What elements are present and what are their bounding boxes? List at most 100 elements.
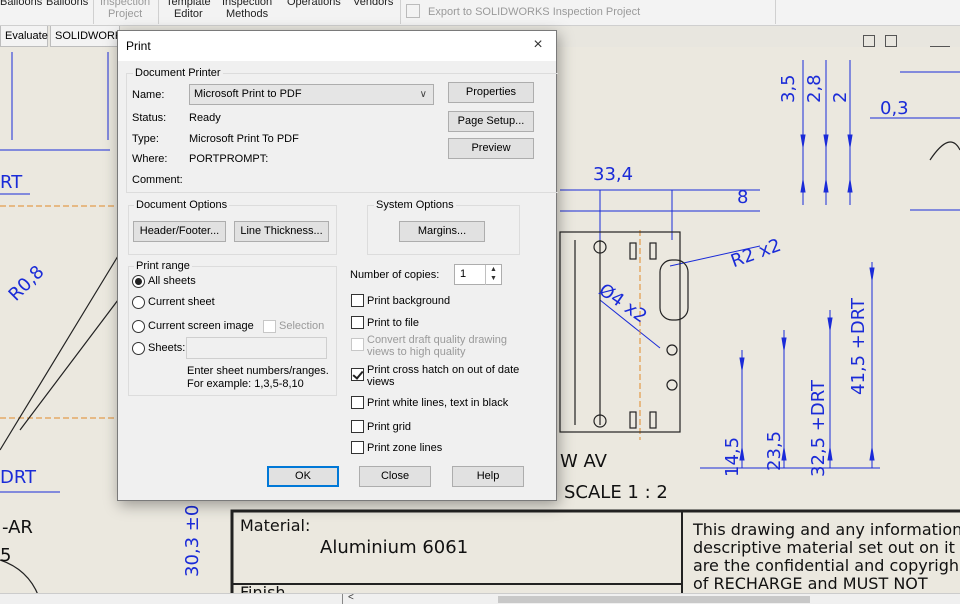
help-button[interactable]: Help — [452, 466, 524, 487]
copies-label: Number of copies: — [350, 269, 440, 281]
dimension-text: 2,8 — [804, 74, 825, 103]
print-to-file-checkbox[interactable] — [351, 316, 364, 329]
dimension-text: 32,5 +DRT — [808, 380, 829, 477]
split-pane-icon[interactable] — [885, 35, 897, 47]
spin-up-icon[interactable]: ▲ — [490, 266, 497, 274]
where-label: Where: — [132, 153, 168, 165]
status-label: Status: — [132, 112, 167, 124]
scroll-left-icon[interactable]: < — [348, 592, 354, 603]
dimension-text: 0,3 — [880, 98, 909, 119]
dimension-text: 23,5 — [764, 430, 785, 471]
confidential-notice: This drawing and any information descrip… — [693, 520, 960, 593]
export-icon — [406, 4, 420, 19]
preview-button[interactable]: Preview — [448, 138, 534, 159]
sheets-hint-line1: Enter sheet numbers/ranges. — [187, 365, 329, 377]
dimension-text: 41,5 +DRT — [848, 298, 869, 395]
current-screen-image-label: Current screen image — [148, 320, 254, 332]
margins-button[interactable]: Margins... — [399, 221, 485, 242]
ribbon-separator — [93, 0, 94, 24]
dimension-text: 8 — [737, 187, 749, 208]
material-label: Material: — [240, 516, 311, 535]
ribbon-button-operations[interactable]: Operations — [287, 0, 341, 8]
radio-current-sheet[interactable] — [132, 296, 145, 309]
header-footer-button[interactable]: Header/Footer... — [133, 221, 226, 242]
dimension-text: RT — [0, 172, 23, 193]
print-cross-hatch-checkbox[interactable] — [351, 368, 364, 381]
ribbon-separator — [158, 0, 159, 24]
copies-input[interactable]: 1 ▲ ▼ — [454, 264, 502, 285]
left-view-label-2: 5 — [0, 545, 12, 566]
where-value: PORTPROMPT: — [189, 153, 269, 165]
type-value: Microsoft Print To PDF — [189, 133, 299, 145]
ribbon-button-vendors[interactable]: Vendors — [353, 0, 393, 8]
all-sheets-label: All sheets — [148, 275, 196, 287]
ribbon-separator — [400, 0, 401, 24]
print-dialog: Print × Document Printer Name: Microsoft… — [117, 30, 558, 501]
print-zone-lines-label: Print zone lines — [367, 442, 443, 454]
spin-down-icon[interactable]: ▼ — [490, 275, 497, 283]
radio-current-screen-image[interactable] — [132, 320, 145, 333]
export-inspection-project-button[interactable]: Export to SOLIDWORKS Inspection Project — [406, 4, 640, 20]
tab-solidworks[interactable]: SOLIDWORKS — [50, 26, 130, 47]
dimension-text: 2 — [830, 91, 851, 103]
sheets-input[interactable] — [186, 337, 327, 359]
chevron-down-icon: ∨ — [419, 89, 427, 100]
close-icon[interactable]: × — [528, 34, 548, 56]
dialog-title-bar: Print × — [118, 31, 556, 61]
selection-checkbox[interactable] — [263, 320, 276, 333]
selection-label: Selection — [279, 320, 325, 332]
tab-evaluate[interactable]: Evaluate — [0, 26, 48, 47]
radio-sheets[interactable] — [132, 342, 145, 355]
dimension-text: 33,4 — [593, 164, 634, 185]
properties-button[interactable]: Properties — [448, 82, 534, 103]
scroll-thumb[interactable] — [498, 596, 810, 603]
dimension-text: 14,5 — [722, 436, 743, 477]
material-value: Aluminium 6061 — [320, 537, 469, 558]
printer-name-label: Name: — [132, 89, 165, 101]
print-to-file-label: Print to file — [367, 317, 419, 329]
document-options-heading: Document Options — [134, 199, 230, 211]
ok-button[interactable]: OK — [267, 466, 339, 487]
print-cross-hatch-label: Print cross hatch on out of date views — [367, 364, 520, 388]
ribbon-button-inspection-project[interactable]: Inspection Project — [100, 0, 150, 20]
type-label: Type: — [132, 133, 159, 145]
minimize-pane-icon[interactable] — [863, 35, 875, 47]
scale-label: SCALE 1 : 2 — [564, 482, 668, 503]
ribbon-button-inspection-methods[interactable]: Inspection Methods — [222, 0, 272, 20]
sheets-hint-line2: For example: 1,3,5-8,10 — [187, 378, 304, 390]
status-value: Ready — [189, 112, 221, 124]
page-setup-button[interactable]: Page Setup... — [448, 111, 534, 132]
line-thickness-button[interactable]: Line Thickness... — [234, 221, 329, 242]
horizontal-scrollbar[interactable]: < — [0, 592, 960, 604]
sheets-label: Sheets: — [148, 342, 186, 354]
scroll-divider — [342, 594, 343, 604]
radio-all-sheets[interactable] — [132, 275, 145, 288]
close-button[interactable]: Close — [359, 466, 431, 487]
ribbon-separator — [775, 0, 776, 24]
document-printer-heading: Document Printer — [133, 67, 223, 79]
dimension-text: 30,3 ±0 — [182, 504, 203, 577]
view-toolbar — [850, 26, 960, 52]
print-background-label: Print background — [367, 295, 451, 307]
convert-draft-quality-checkbox[interactable] — [351, 338, 364, 351]
system-options-heading: System Options — [374, 199, 456, 211]
print-zone-lines-checkbox[interactable] — [351, 441, 364, 454]
print-background-checkbox[interactable] — [351, 294, 364, 307]
view-label: W AV — [560, 451, 607, 472]
ribbon-button-balloons[interactable]: Balloons — [0, 0, 42, 8]
print-range-heading: Print range — [134, 260, 192, 272]
restore-icon[interactable] — [930, 35, 950, 47]
printer-name-select[interactable]: Microsoft Print to PDF ∨ — [189, 84, 434, 105]
print-white-lines-label: Print white lines, text in black — [367, 397, 509, 409]
print-grid-checkbox[interactable] — [351, 420, 364, 433]
ribbon-button-balloons-2[interactable]: Balloons — [46, 0, 88, 8]
current-sheet-label: Current sheet — [148, 296, 215, 308]
dimension-text: 3,5 — [778, 74, 799, 103]
dimension-text: DRT — [0, 467, 37, 488]
ribbon-button-template-editor[interactable]: Template Editor — [166, 0, 211, 20]
copies-value: 1 — [460, 268, 467, 280]
copies-spinner[interactable]: ▲ ▼ — [485, 265, 501, 285]
print-white-lines-checkbox[interactable] — [351, 396, 364, 409]
left-view-label: -AR — [2, 517, 33, 538]
command-ribbon: Balloons Balloons Inspection Project Temp… — [0, 0, 960, 26]
